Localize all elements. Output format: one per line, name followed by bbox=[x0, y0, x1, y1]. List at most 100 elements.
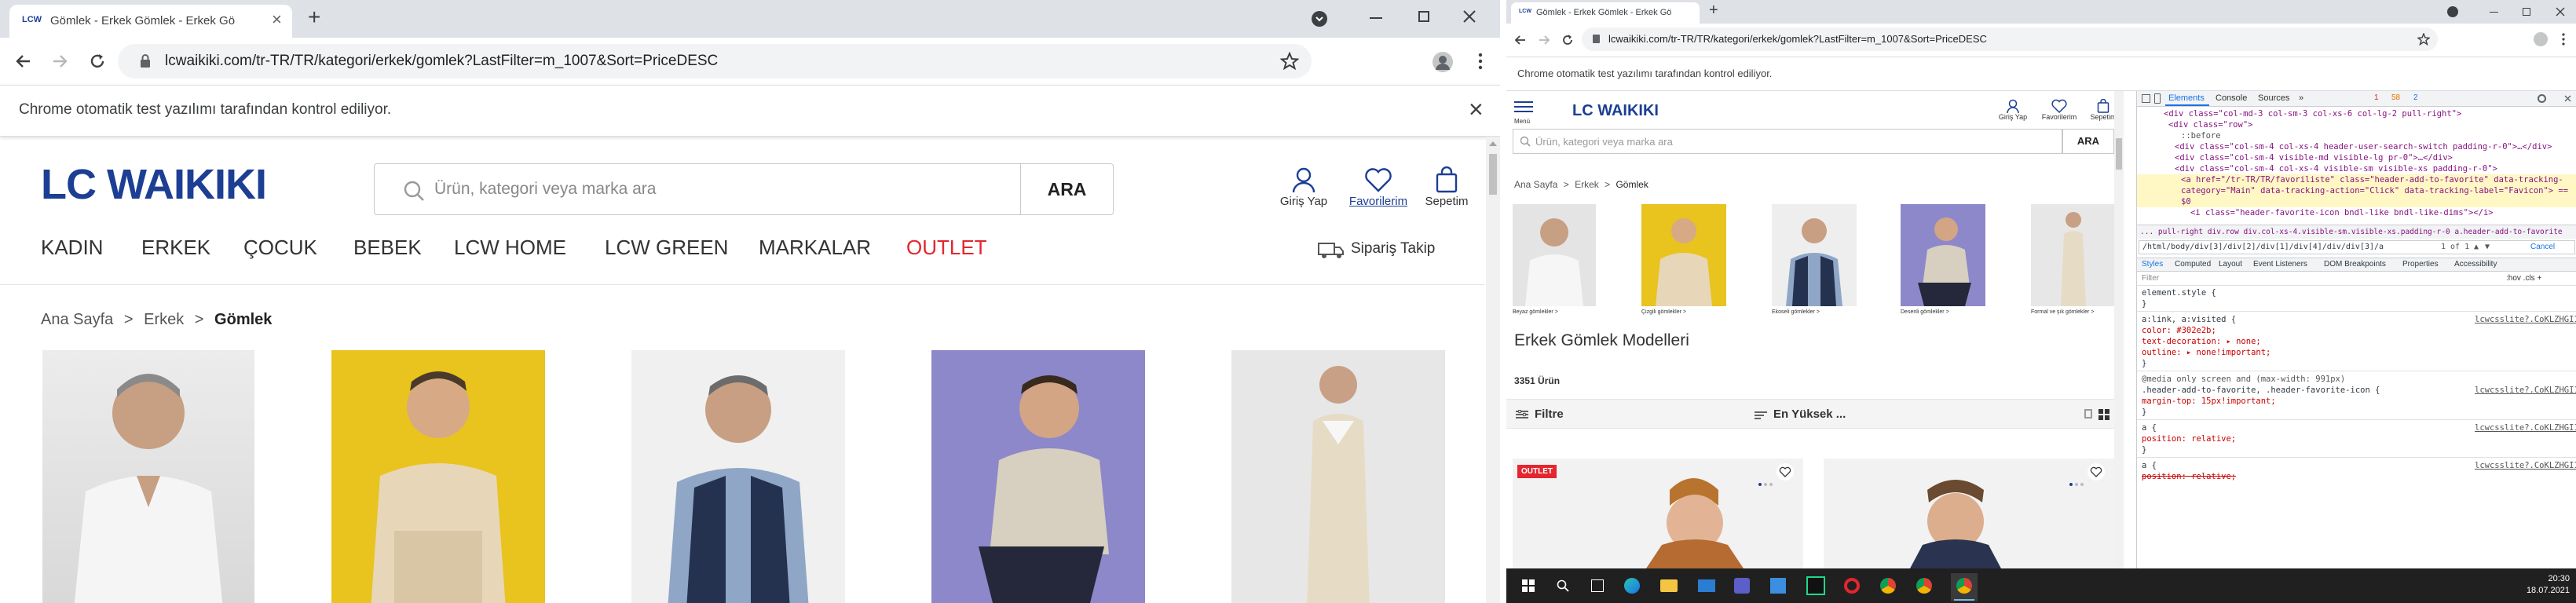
css-line[interactable]: position: relative; bbox=[2137, 433, 2576, 444]
styles-filter[interactable]: Filter :hov .cls + bbox=[2137, 272, 2576, 286]
dom-node[interactable]: <div class="col-sm-4 col-xs-4 visible-sm… bbox=[2137, 163, 2576, 174]
xpath-search[interactable]: /html/body/div[3]/div[2]/div[1]/div[4]/d… bbox=[2139, 240, 2575, 254]
dom-node[interactable]: <div class="row"> bbox=[2137, 119, 2576, 130]
nav-lcw-green[interactable]: LCW GREEN bbox=[605, 236, 728, 260]
devtools-tab-console[interactable]: Console bbox=[2216, 93, 2247, 103]
browser-tab[interactable]: LCW Gömlek - Erkek Gömlek - Erkek Gö bbox=[1511, 2, 1700, 24]
dom-node[interactable]: ::before bbox=[2137, 130, 2576, 141]
css-line[interactable]: outline: ▸ none!important; bbox=[2137, 347, 2576, 358]
browser-menu-icon[interactable] bbox=[1478, 52, 1483, 71]
styles-tab-accessibility[interactable]: Accessibility bbox=[2454, 258, 2497, 271]
product-image[interactable] bbox=[631, 350, 845, 603]
dom-node[interactable]: <i class="header-favorite-icon bndl-like… bbox=[2137, 207, 2576, 218]
back-icon[interactable] bbox=[1514, 34, 1527, 46]
category-thumb[interactable]: Desenli gömlekler > bbox=[1901, 204, 1985, 328]
favorite-heart-icon[interactable] bbox=[1776, 463, 1794, 481]
address-bar[interactable]: lcwaikiki.com/tr-TR/TR/kategori/erkek/go… bbox=[118, 44, 1312, 79]
styles-filter-input[interactable]: Filter bbox=[2142, 272, 2159, 285]
profile-icon[interactable] bbox=[1433, 52, 1453, 72]
pycharm-icon[interactable] bbox=[1806, 576, 1825, 595]
css-line[interactable]: } bbox=[2137, 358, 2576, 369]
site-logo[interactable]: LC WAIKIKI bbox=[41, 160, 267, 209]
css-line[interactable]: element.style { bbox=[2137, 287, 2576, 298]
tab-search-icon[interactable] bbox=[2447, 6, 2458, 17]
favorites-link[interactable]: Favorilerim bbox=[2037, 99, 2081, 121]
clock[interactable]: 20:30 18.07.2021 bbox=[2519, 573, 2570, 597]
product-image[interactable] bbox=[1231, 350, 1445, 603]
css-line[interactable]: margin-top: 15px!important; bbox=[2137, 396, 2576, 407]
window-close-icon[interactable] bbox=[1462, 9, 1476, 24]
product-image[interactable] bbox=[931, 350, 1145, 603]
styles-tab-computed[interactable]: Computed bbox=[2175, 258, 2211, 271]
search-taskbar-icon[interactable] bbox=[1557, 579, 1569, 592]
back-icon[interactable] bbox=[14, 52, 33, 71]
browser-menu-icon[interactable] bbox=[2562, 33, 2565, 46]
restore-icon[interactable] bbox=[1418, 11, 1429, 22]
devtools-close-icon[interactable] bbox=[2564, 95, 2571, 102]
xpath-input[interactable]: /html/body/div[3]/div[2]/div[1]/div[4]/d… bbox=[2142, 241, 2384, 254]
next-match-icon[interactable]: ▼ bbox=[2485, 241, 2490, 254]
nav-lcw-home[interactable]: LCW HOME bbox=[454, 236, 566, 260]
css-line[interactable]: @media only screen and (max-width: 991px… bbox=[2137, 374, 2576, 385]
forward-icon[interactable] bbox=[50, 52, 69, 71]
css-source[interactable]: lcwcsslite?.CoKLZHGI1:1 bbox=[2475, 460, 2576, 471]
category-thumb[interactable]: Çizgili gömlekler > bbox=[1641, 204, 1726, 328]
task-view-icon[interactable] bbox=[1591, 579, 1604, 592]
infobar-close-icon[interactable]: × bbox=[1469, 95, 1484, 124]
file-explorer-icon[interactable] bbox=[1660, 579, 1678, 592]
product-card[interactable]: OUTLET bbox=[1513, 459, 1803, 568]
css-line[interactable]: } bbox=[2137, 298, 2576, 309]
nav-cocuk[interactable]: ÇOCUK bbox=[243, 236, 317, 260]
single-column-view-icon[interactable] bbox=[2084, 409, 2092, 418]
breadcrumb-home[interactable]: Ana Sayfa bbox=[41, 311, 113, 328]
nav-kadin[interactable]: KADIN bbox=[41, 236, 103, 260]
styles-tab-dom-breakpoints[interactable]: DOM Breakpoints bbox=[2324, 258, 2386, 271]
product-image[interactable] bbox=[331, 350, 545, 603]
favorites-link[interactable]: Favorilerim bbox=[1343, 166, 1414, 208]
devtools-tab-elements[interactable]: Elements bbox=[2168, 93, 2205, 103]
hamburger-menu[interactable]: Menü bbox=[1514, 100, 1538, 125]
selected-dom-node[interactable]: <a href="/tr-TR/TR/favoriliste" class="h… bbox=[2137, 174, 2576, 207]
chrome-active-icon[interactable] bbox=[1951, 573, 1978, 601]
dom-tree[interactable]: <div class="col-md-3 col-sm-3 col-xs-6 c… bbox=[2137, 108, 2576, 225]
store-icon[interactable] bbox=[1770, 578, 1786, 594]
search-input[interactable]: Ürün, kategori veya marka ara bbox=[1535, 136, 1673, 148]
minimize-icon[interactable] bbox=[1370, 17, 1382, 19]
css-line[interactable]: color: #302e2b; bbox=[2137, 325, 2576, 336]
css-line[interactable]: .header-add-to-favorite, .header-favorit… bbox=[2137, 385, 2576, 396]
nav-erkek[interactable]: ERKEK bbox=[141, 236, 210, 260]
search-input[interactable]: Ürün, kategori veya marka ara bbox=[434, 180, 656, 199]
breadcrumb-erkek[interactable]: Erkek bbox=[144, 311, 184, 328]
scrollbar-thumb[interactable] bbox=[2116, 138, 2122, 170]
device-toggle-icon[interactable] bbox=[2154, 93, 2161, 104]
forward-icon[interactable] bbox=[1538, 34, 1550, 46]
windows-start-icon[interactable] bbox=[1522, 579, 1535, 592]
product-card[interactable] bbox=[1824, 459, 2114, 568]
css-line[interactable]: } bbox=[2137, 444, 2576, 455]
search-box[interactable]: Ürün, kategori veya marka ara bbox=[374, 163, 1021, 215]
window-close-icon[interactable] bbox=[2556, 7, 2565, 16]
devtools-more-tabs[interactable]: » bbox=[2299, 93, 2303, 103]
dom-node[interactable]: <div class="col-sm-4 visible-md visible-… bbox=[2137, 152, 2576, 163]
profile-icon[interactable] bbox=[2534, 32, 2548, 46]
nav-markalar[interactable]: MARKALAR bbox=[759, 236, 871, 260]
css-source[interactable]: lcwcsslite?.CoKLZHGI1:1 bbox=[2475, 385, 2576, 396]
styles-tab-event-listeners[interactable]: Event Listeners bbox=[2253, 258, 2307, 271]
category-thumb[interactable]: Ekoseli gömlekler > bbox=[1772, 204, 1857, 328]
search-button[interactable]: ARA bbox=[2062, 129, 2114, 154]
devtools-tab-sources[interactable]: Sources bbox=[2258, 93, 2289, 103]
sort-button[interactable]: En Yüksek ... bbox=[1755, 407, 1880, 423]
order-track-link[interactable]: Sipariş Takip bbox=[1318, 239, 1444, 262]
breadcrumb-path[interactable]: ... pull-right div.row div.col-xs-4.visi… bbox=[2137, 225, 2576, 239]
dom-node[interactable]: <div class="col-sm-4 col-xs-4 header-use… bbox=[2137, 141, 2576, 152]
address-bar[interactable]: lcwaikiki.com/tr-TR/TR/kategori/erkek/go… bbox=[1582, 27, 2438, 51]
css-source[interactable]: lcwcsslite?.CoKLZHGI1:1 bbox=[2475, 422, 2576, 433]
inspect-element-icon[interactable] bbox=[2142, 94, 2150, 103]
cart-link[interactable]: Sepetim bbox=[1418, 166, 1475, 208]
opera-icon[interactable] bbox=[1844, 578, 1860, 594]
css-line[interactable]: } bbox=[2137, 407, 2576, 418]
tab-search-icon[interactable] bbox=[1312, 11, 1327, 27]
breadcrumb-home[interactable]: Ana Sayfa bbox=[1514, 179, 1557, 190]
search-button[interactable]: ARA bbox=[1021, 163, 1114, 215]
search-box[interactable]: Ürün, kategori veya marka ara bbox=[1513, 129, 2062, 154]
